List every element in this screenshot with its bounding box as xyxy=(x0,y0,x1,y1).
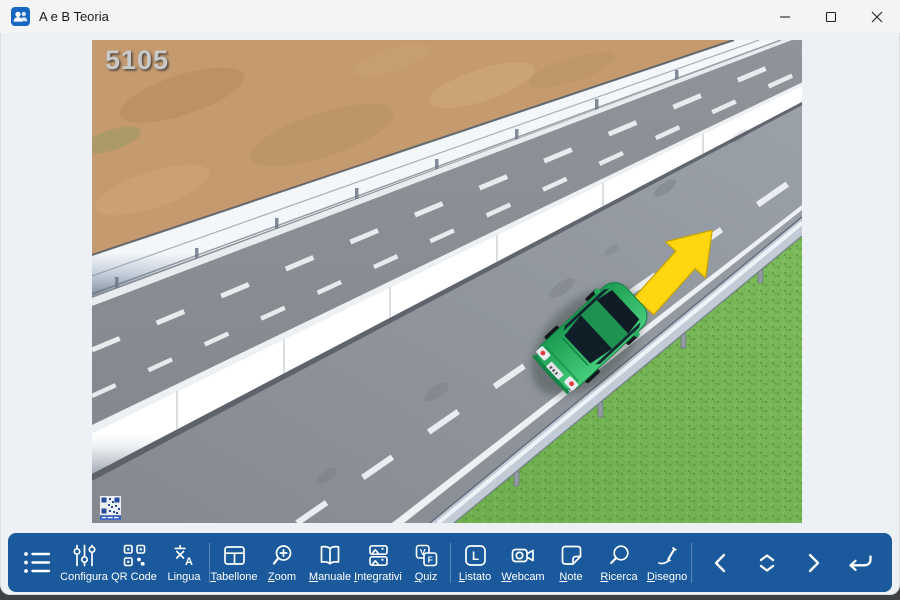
toolbar-item-quiz[interactable]: V F Quiz xyxy=(402,533,450,592)
zoom-in-icon xyxy=(270,543,295,568)
qr-code-watermark xyxy=(100,496,122,521)
scene-highway xyxy=(92,40,802,523)
main-toolbar: Configura QR Code A Lingua xyxy=(8,533,892,592)
toolbar-label: Tabellone xyxy=(210,572,257,583)
toolbar-label: Quiz xyxy=(415,572,438,583)
toolbar-label: Integrativi xyxy=(354,572,402,583)
toolbar-label: Webcam xyxy=(501,572,544,583)
chevrons-up-down-icon xyxy=(752,548,782,578)
list-menu-icon xyxy=(22,549,52,576)
listato-letter: L xyxy=(471,551,478,563)
close-button[interactable] xyxy=(854,0,900,33)
maximize-button[interactable] xyxy=(808,0,854,33)
chevron-right-icon xyxy=(798,548,828,578)
toolbar-item-configura[interactable]: Configura xyxy=(59,533,109,592)
navigation-group xyxy=(698,533,882,592)
title-bar: A e B Teoria xyxy=(0,0,900,33)
search-icon xyxy=(607,543,632,568)
lingua-letter: A xyxy=(185,556,193,568)
toolbar-label: Note xyxy=(559,572,582,583)
jump-button[interactable] xyxy=(744,533,790,592)
minimize-button[interactable] xyxy=(762,0,808,33)
toolbar-item-ricerca[interactable]: Ricerca xyxy=(595,533,643,592)
pen-draw-icon xyxy=(655,543,680,568)
open-book-icon xyxy=(317,543,343,568)
return-arrow-icon xyxy=(842,548,876,578)
people-icon xyxy=(11,7,30,26)
app-window: A e B Teoria xyxy=(0,0,900,595)
true-false-icon: V F xyxy=(414,543,439,568)
toolbar-separator xyxy=(691,543,692,583)
window-title: A e B Teoria xyxy=(39,9,109,24)
return-button[interactable] xyxy=(836,533,882,592)
chevron-left-icon xyxy=(706,548,736,578)
images-stack-icon xyxy=(366,543,391,568)
note-page-icon xyxy=(559,543,584,568)
board-grid-icon xyxy=(222,543,247,568)
close-icon xyxy=(871,11,883,23)
toolbar-item-note[interactable]: Note xyxy=(547,533,595,592)
toolbar-item-qr-code[interactable]: QR Code xyxy=(109,533,159,592)
toolbar-label: Zoom xyxy=(268,572,296,583)
toolbar-item-lingua[interactable]: A Lingua xyxy=(159,533,209,592)
toolbar-item-integrativi[interactable]: Integrativi xyxy=(354,533,402,592)
toolbar-item-listato[interactable]: L Listato xyxy=(451,533,499,592)
toolbar-label: Listato xyxy=(459,572,491,583)
letter-l-square-icon: L xyxy=(463,543,488,568)
maximize-icon xyxy=(825,11,837,23)
toolbar-item-manuale[interactable]: Manuale xyxy=(306,533,354,592)
translate-icon: A xyxy=(172,543,197,568)
quiz-false-letter: F xyxy=(427,555,432,565)
toolbar-item-zoom[interactable]: Zoom xyxy=(258,533,306,592)
menu-button[interactable] xyxy=(15,533,59,592)
toolbar-label: Manuale xyxy=(309,572,351,583)
toolbar-item-tabellone[interactable]: Tabellone xyxy=(210,533,258,592)
question-image: 5105 xyxy=(92,40,802,523)
toolbar-label: Ricerca xyxy=(600,572,637,583)
toolbar-label: QR Code xyxy=(111,572,157,583)
toolbar-label: Disegno xyxy=(647,572,687,583)
toolbar-item-disegno[interactable]: Disegno xyxy=(643,533,691,592)
video-camera-icon xyxy=(510,543,536,568)
minimize-icon xyxy=(779,11,791,23)
sliders-icon xyxy=(72,543,97,568)
window-controls xyxy=(762,0,900,33)
photo-number: 5105 xyxy=(105,45,169,76)
toolbar-label: Lingua xyxy=(167,572,200,583)
previous-button[interactable] xyxy=(698,533,744,592)
toolbar-label: Configura xyxy=(60,572,108,583)
qr-code-icon xyxy=(122,543,147,568)
next-button[interactable] xyxy=(790,533,836,592)
toolbar-item-webcam[interactable]: Webcam xyxy=(499,533,547,592)
